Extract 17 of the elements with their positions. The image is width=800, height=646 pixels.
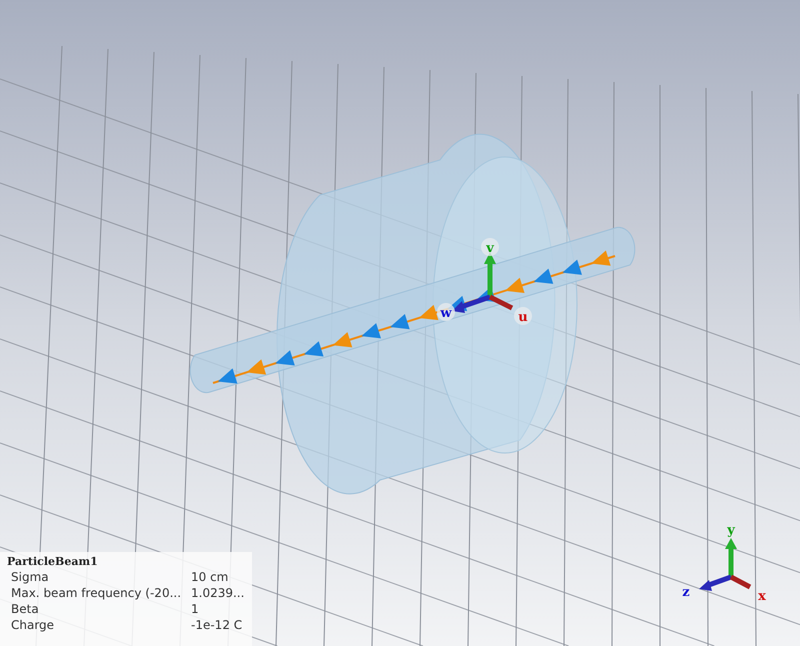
3d-viewport[interactable]: v w u y z x ParticleBeam1 Sigma 10 cm Max. beam frequency (-20... 1.0239... Beta 1 Charge -1e-12 C xyxy=(0,0,800,646)
x-axis-label: x xyxy=(758,589,766,604)
property-name: Beta xyxy=(11,601,40,617)
u-axis-label: u xyxy=(518,310,528,325)
z-axis-label: z xyxy=(682,585,690,600)
y-axis-label: y xyxy=(727,523,735,538)
property-value: 1 xyxy=(191,601,200,617)
property-name: Sigma xyxy=(11,569,50,585)
property-name: Charge xyxy=(11,617,56,633)
w-axis-label: w xyxy=(440,306,452,321)
info-title: ParticleBeam1 xyxy=(7,555,99,568)
v-axis-label: v xyxy=(486,241,494,256)
property-value: -1e-12 C xyxy=(191,617,244,633)
property-value: 1.0239... xyxy=(191,585,246,601)
property-name: Max. beam frequency (-20... xyxy=(11,585,182,601)
property-value: 10 cm xyxy=(191,569,230,585)
global-axes-drawing xyxy=(699,538,752,591)
